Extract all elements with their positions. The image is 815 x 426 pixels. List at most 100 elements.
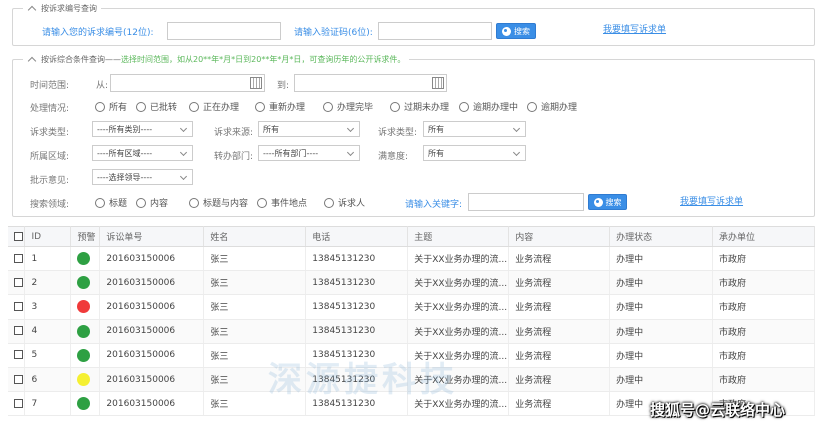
alert-status-icon: [77, 252, 91, 266]
cell-content: 业务流程: [508, 294, 611, 320]
from-label: 从:: [96, 81, 109, 91]
cell-case-no: 201603150006: [99, 391, 205, 417]
header-status[interactable]: 办理状态: [609, 226, 714, 247]
chevron-down-icon: [512, 148, 521, 157]
region-select[interactable]: ----所有区域----: [92, 145, 193, 161]
checkbox-icon[interactable]: [14, 277, 23, 287]
status-radio-overdue[interactable]: 逾期办理: [527, 100, 577, 113]
calendar-icon[interactable]: [250, 77, 262, 89]
status-radio-transferred[interactable]: 已批转: [136, 100, 177, 113]
cell-case-no: 201603150006: [99, 367, 205, 393]
to-date-input[interactable]: [294, 74, 447, 92]
cell-id: 6: [24, 367, 72, 393]
cell-name: 张三: [203, 294, 307, 320]
cell-checkbox[interactable]: [8, 246, 26, 272]
field-radio-content[interactable]: 内容: [136, 196, 168, 209]
cell-checkbox[interactable]: [8, 367, 26, 393]
case-code-input[interactable]: [167, 22, 281, 40]
source-select[interactable]: 所有: [258, 121, 360, 137]
cell-checkbox[interactable]: [8, 343, 26, 368]
select-all-checkbox-cell[interactable]: [8, 226, 26, 247]
time-range-label: 时间范围:: [30, 81, 70, 91]
status-radio-expired[interactable]: 过期未办理: [390, 100, 449, 113]
cell-case-no: 201603150006: [99, 319, 205, 344]
header-id[interactable]: ID: [24, 226, 72, 247]
status-label: 处理情况:: [30, 104, 70, 114]
collapse-chevron-icon[interactable]: [27, 56, 37, 66]
header-phone[interactable]: 电话: [305, 226, 409, 247]
type-select[interactable]: ----所有类别----: [92, 121, 193, 137]
watermark-source: 搜狐号@云联络中心: [650, 401, 786, 419]
condition-search-button[interactable]: 搜索: [588, 194, 627, 210]
results-table: ID 预警 诉讼单号 姓名 电话 主题 内容 办理状态 承办单位 1 201603…: [8, 226, 815, 417]
from-date-input[interactable]: [110, 74, 265, 92]
cell-phone: 13845131230: [305, 391, 409, 417]
table-row[interactable]: 4 201603150006 张三 13845131230 关于XX业务办理的流... 业…: [8, 319, 815, 344]
checkbox-icon[interactable]: [14, 231, 23, 241]
cell-subject: 关于XX业务办理的流...: [407, 294, 510, 320]
checkbox-icon[interactable]: [14, 326, 23, 336]
alert-status-icon: [77, 373, 91, 387]
cell-name: 张三: [203, 270, 307, 296]
field-radio-title[interactable]: 标题: [95, 196, 127, 209]
field-radio-petitioner[interactable]: 诉求人: [324, 196, 365, 209]
cell-case-no: 201603150006: [99, 270, 205, 296]
chevron-down-icon: [179, 172, 188, 181]
approval-select[interactable]: ----选择领导----: [92, 169, 193, 185]
cell-checkbox[interactable]: [8, 294, 26, 320]
header-alert[interactable]: 预警: [70, 226, 101, 247]
collapse-chevron-icon[interactable]: [27, 5, 37, 15]
calendar-icon[interactable]: [432, 77, 444, 89]
table-row[interactable]: 6 201603150006 张三 13845131230 关于XX业务办理的流... 业…: [8, 367, 815, 393]
cell-content: 业务流程: [508, 343, 611, 368]
cell-status: 办理中: [609, 367, 714, 393]
status-radio-overdue-processing[interactable]: 逾期办理中: [459, 100, 518, 113]
fill-request-link[interactable]: 我要填写诉求单: [603, 22, 666, 35]
header-name[interactable]: 姓名: [203, 226, 307, 247]
status-radio-all[interactable]: 所有: [95, 100, 127, 113]
cell-case-no: 201603150006: [99, 294, 205, 320]
code-search-button[interactable]: 搜索: [496, 23, 536, 39]
cell-checkbox[interactable]: [8, 270, 26, 296]
verify-code-input[interactable]: [378, 22, 492, 40]
cell-status: 办理中: [609, 343, 714, 368]
checkbox-icon[interactable]: [14, 374, 23, 384]
satisfaction-select[interactable]: 所有: [423, 145, 526, 161]
fill-request-link-2[interactable]: 我要填写诉求单: [680, 194, 743, 207]
header-subject[interactable]: 主题: [407, 226, 510, 247]
header-unit[interactable]: 承办单位: [712, 226, 815, 247]
field-radio-title-content[interactable]: 标题与内容: [189, 196, 248, 209]
header-content[interactable]: 内容: [508, 226, 611, 247]
table-row[interactable]: 1 201603150006 张三 13845131230 关于XX业务办理的流... 业…: [8, 246, 815, 272]
header-case-no[interactable]: 诉讼单号: [99, 226, 205, 247]
checkbox-icon[interactable]: [14, 350, 23, 360]
chevron-down-icon: [346, 148, 355, 157]
checkbox-icon[interactable]: [14, 301, 23, 311]
table-row[interactable]: 5 201603150006 张三 13845131230 关于XX业务办理的流... 业…: [8, 343, 815, 368]
cell-unit: 市政府: [712, 367, 815, 393]
status-radio-reprocessing[interactable]: 重新办理: [255, 100, 305, 113]
table-row[interactable]: 2 201603150006 张三 13845131230 关于XX业务办理的流... 业…: [8, 270, 815, 296]
checkbox-icon[interactable]: [14, 253, 23, 263]
cell-subject: 关于XX业务办理的流...: [407, 246, 510, 272]
cell-name: 张三: [203, 343, 307, 368]
cell-phone: 13845131230: [305, 319, 409, 344]
keyword-input[interactable]: [468, 193, 584, 211]
alert-status-icon: [77, 397, 91, 411]
radio-circle-icon: [324, 197, 334, 208]
cell-status: 办理中: [609, 270, 714, 296]
alert-status-icon: [77, 276, 91, 290]
cell-content: 业务流程: [508, 367, 611, 393]
status-radio-done[interactable]: 办理完毕: [323, 100, 373, 113]
status-radio-processing[interactable]: 正在办理: [189, 100, 239, 113]
table-row[interactable]: 3 201603150006 张三 13845131230 关于XX业务办理的流... 业…: [8, 294, 815, 320]
radio-circle-icon: [136, 197, 146, 208]
type2-select[interactable]: 所有: [423, 121, 526, 137]
cell-phone: 13845131230: [305, 246, 409, 272]
cell-checkbox[interactable]: [8, 391, 26, 417]
cell-checkbox[interactable]: [8, 319, 26, 344]
checkbox-icon[interactable]: [14, 398, 23, 408]
dept-select[interactable]: ----所有部门----: [258, 145, 360, 161]
field-radio-location[interactable]: 事件地点: [257, 196, 307, 209]
cell-name: 张三: [203, 319, 307, 344]
